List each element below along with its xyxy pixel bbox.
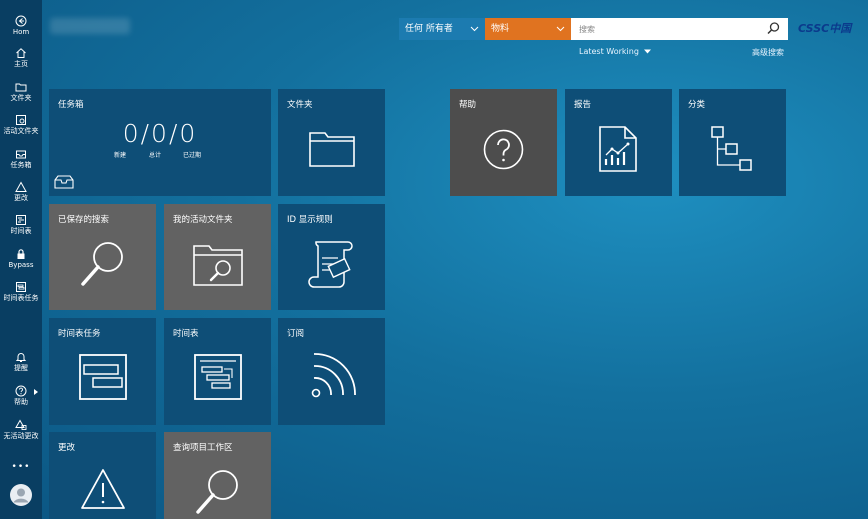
tile-inbox[interactable]: 任务箱 0/0/0 新建 总计 已过期 bbox=[49, 89, 271, 196]
folder-icon bbox=[15, 83, 27, 92]
tile-folders[interactable]: 文件夹 bbox=[278, 89, 385, 196]
brand-logo: CSSC中国 bbox=[798, 22, 852, 35]
tile-title: 更改 bbox=[58, 443, 76, 453]
sidebar-item-label: 无活动更改 bbox=[3, 432, 39, 440]
working-context-dropdown[interactable]: Latest Working bbox=[579, 47, 652, 56]
back-arrow-icon bbox=[15, 15, 27, 27]
more-icon: ••• bbox=[11, 462, 31, 472]
chevron-down-icon bbox=[556, 18, 565, 49]
sidebar-item-schedules[interactable]: 时间表 bbox=[0, 214, 42, 235]
chevron-down-icon bbox=[470, 18, 479, 49]
help-icon bbox=[15, 385, 27, 397]
tile-schedules[interactable]: 时间表 bbox=[164, 318, 271, 425]
schedule-task-icon bbox=[79, 354, 127, 400]
home-icon bbox=[16, 48, 26, 58]
chevron-right-icon bbox=[34, 389, 38, 395]
sidebar-item-home-back[interactable]: Hom bbox=[0, 15, 42, 36]
tile-title: ID 显示规则 bbox=[287, 215, 333, 225]
folder-search-icon bbox=[193, 245, 243, 286]
tile-title: 文件夹 bbox=[287, 100, 313, 110]
sidebar-item-label: 帮助 bbox=[14, 398, 28, 406]
avatar-icon bbox=[10, 484, 32, 506]
tile-id-display-rules[interactable]: ID 显示规则 bbox=[278, 204, 385, 310]
gantt-schedule-icon bbox=[194, 354, 242, 400]
rss-feed-icon bbox=[311, 353, 356, 398]
tile-title: 时间表 bbox=[173, 329, 199, 339]
tile-changes[interactable]: 更改 bbox=[49, 432, 156, 519]
tile-title: 分类 bbox=[688, 100, 706, 110]
hierarchy-icon bbox=[711, 126, 752, 171]
search-icon[interactable] bbox=[766, 21, 781, 36]
working-context-label: Latest Working bbox=[579, 47, 639, 56]
schedule-icon bbox=[16, 215, 26, 225]
lock-icon bbox=[17, 249, 25, 259]
sidebar-item-label: Bypass bbox=[8, 261, 34, 269]
tile-title: 报告 bbox=[574, 100, 592, 110]
inbox-icon bbox=[16, 150, 26, 159]
app-title-blurred bbox=[50, 18, 130, 34]
tile-subscriptions[interactable]: 订阅 bbox=[278, 318, 385, 425]
sidebar-item-help[interactable]: 帮助 bbox=[0, 385, 42, 406]
sidebar-item-reminders[interactable]: 提醒 bbox=[0, 351, 42, 372]
sidebar-item-label: 主页 bbox=[14, 60, 28, 68]
tile-title: 我的活动文件夹 bbox=[173, 215, 233, 225]
sidebar-item-home[interactable]: 主页 bbox=[0, 47, 42, 68]
help-circle-icon bbox=[483, 129, 524, 170]
change-icon bbox=[15, 181, 27, 192]
tile-reports[interactable]: 报告 bbox=[565, 89, 672, 196]
search-input[interactable] bbox=[571, 18, 788, 40]
user-avatar[interactable] bbox=[0, 484, 42, 506]
owner-filter-select[interactable]: 任何 所有者 bbox=[399, 18, 485, 40]
sidebar-item-label: 更改 bbox=[14, 194, 28, 202]
sidebar-item-label: 提醒 bbox=[14, 364, 28, 372]
folder-icon bbox=[309, 132, 355, 167]
sidebar-item-bypass[interactable]: Bypass bbox=[0, 248, 42, 269]
inbox-total-label: 总计 bbox=[149, 152, 162, 159]
sidebar: Hom 主页 文件夹 活动文件夹 任务箱 更改 时间表 Bypass 时间表任务… bbox=[0, 0, 42, 519]
tile-title: 已保存的搜索 bbox=[58, 215, 110, 225]
tile-title: 查询项目工作区 bbox=[173, 443, 233, 453]
caret-down-icon bbox=[644, 49, 652, 54]
owner-filter-value: 任何 所有者 bbox=[405, 24, 453, 34]
magnifier-icon bbox=[81, 242, 123, 286]
no-active-change-icon bbox=[15, 419, 27, 430]
inbox-counts: 0/0/0 bbox=[122, 119, 198, 148]
inbox-new-label: 新建 bbox=[114, 152, 127, 159]
sidebar-item-changes[interactable]: 更改 bbox=[0, 181, 42, 202]
sidebar-item-label: 时间表 bbox=[10, 227, 32, 235]
report-chart-icon bbox=[599, 126, 637, 172]
object-type-select[interactable]: 物料 bbox=[485, 18, 571, 40]
tile-title: 订阅 bbox=[287, 329, 305, 339]
sidebar-item-label: Hom bbox=[12, 28, 30, 36]
tile-title: 任务箱 bbox=[58, 100, 84, 110]
tile-classification[interactable]: 分类 bbox=[679, 89, 786, 196]
tile-title: 帮助 bbox=[459, 100, 477, 110]
inbox-tray-icon bbox=[54, 175, 74, 189]
inbox-overdue-label: 已过期 bbox=[183, 152, 202, 159]
warning-icon bbox=[81, 469, 125, 509]
magnifier-icon bbox=[196, 470, 238, 514]
sidebar-item-active-folders[interactable]: 活动文件夹 bbox=[0, 114, 42, 135]
advanced-search-link[interactable]: 高级搜索 bbox=[752, 47, 784, 58]
sidebar-item-schedule-tasks[interactable]: 时间表任务 bbox=[0, 281, 42, 302]
bell-icon bbox=[15, 353, 27, 362]
tile-project-workspace[interactable]: 查询项目工作区 bbox=[164, 432, 271, 519]
sidebar-more-button[interactable]: ••• bbox=[0, 462, 42, 472]
object-type-value: 物料 bbox=[491, 24, 510, 34]
tile-schedule-tasks[interactable]: 时间表任务 bbox=[49, 318, 156, 425]
active-folder-icon bbox=[16, 115, 26, 125]
sidebar-item-label: 时间表任务 bbox=[3, 294, 39, 302]
sidebar-item-label: 活动文件夹 bbox=[3, 127, 39, 135]
tile-title: 时间表任务 bbox=[58, 329, 101, 339]
sidebar-item-folders[interactable]: 文件夹 bbox=[0, 81, 42, 102]
scroll-tag-icon bbox=[308, 241, 353, 288]
schedule-task-icon bbox=[16, 282, 26, 292]
tile-help[interactable]: 帮助 bbox=[450, 89, 557, 196]
tile-active-folders[interactable]: 我的活动文件夹 bbox=[164, 204, 271, 310]
sidebar-item-label: 任务箱 bbox=[10, 161, 32, 169]
sidebar-item-no-active-change[interactable]: 无活动更改 bbox=[0, 419, 42, 440]
sidebar-item-label: 文件夹 bbox=[10, 94, 32, 102]
sidebar-item-inbox[interactable]: 任务箱 bbox=[0, 148, 42, 169]
tile-saved-searches[interactable]: 已保存的搜索 bbox=[49, 204, 156, 310]
